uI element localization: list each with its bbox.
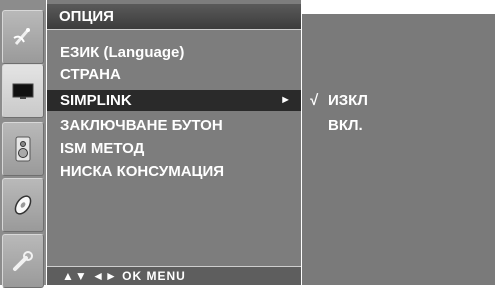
menu-item-label: ЗАКЛЮЧВАНЕ БУТОН xyxy=(60,117,223,134)
wrench-icon xyxy=(13,251,33,271)
tv-osd-screen: ОПЦИЯ ЕЗИК (Language) СТРАНА SIMPLINK ► … xyxy=(0,0,495,288)
menu-item-power-saving[interactable]: НИСКА КОНСУМАЦИЯ xyxy=(47,161,301,182)
submenu-option-on[interactable]: ВКЛ. xyxy=(302,115,495,136)
menu-item-key-lock[interactable]: ЗАКЛЮЧВАНЕ БУТОН xyxy=(47,115,301,136)
menu-item-label: SIMPLINK xyxy=(60,92,132,109)
category-tile-picture[interactable] xyxy=(2,64,44,118)
checkmark-icon: √ xyxy=(310,92,319,109)
disc-icon xyxy=(14,195,32,215)
category-tile-audio[interactable] xyxy=(2,122,44,176)
category-icon-bar xyxy=(0,0,46,288)
category-tile-option[interactable] xyxy=(2,234,44,288)
submenu-option-off[interactable]: √ ИЗКЛ xyxy=(302,90,495,111)
screen-icon xyxy=(12,83,34,99)
satellite-dish-icon xyxy=(13,28,30,45)
speaker-icon xyxy=(15,136,31,162)
category-tile-channels[interactable] xyxy=(2,10,44,64)
menu-item-label: ISM МЕТОД xyxy=(60,140,145,157)
menu-item-simplink[interactable]: SIMPLINK ► xyxy=(47,90,301,111)
menu-item-label: СТРАНА xyxy=(60,66,121,83)
submenu-option-label: ВКЛ. xyxy=(328,117,363,134)
submenu-option-label: ИЗКЛ xyxy=(328,92,368,109)
submenu-arrow-icon: ► xyxy=(280,94,291,106)
menu-item-language[interactable]: ЕЗИК (Language) xyxy=(47,42,301,63)
option-menu-panel: ОПЦИЯ ЕЗИК (Language) СТРАНА SIMPLINK ► … xyxy=(47,0,301,285)
simplink-submenu-panel: √ ИЗКЛ ВКЛ. xyxy=(302,14,495,285)
menu-item-label: НИСКА КОНСУМАЦИЯ xyxy=(60,163,225,180)
menu-title: ОПЦИЯ xyxy=(47,4,301,30)
menu-item-ism-method[interactable]: ISM МЕТОД xyxy=(47,138,301,159)
navigation-hint-bar: ▲▼ ◄► OK MENU xyxy=(47,266,301,285)
category-tile-time[interactable] xyxy=(2,178,44,232)
menu-item-label: ЕЗИК (Language) xyxy=(60,44,185,61)
menu-item-country[interactable]: СТРАНА xyxy=(47,64,301,85)
